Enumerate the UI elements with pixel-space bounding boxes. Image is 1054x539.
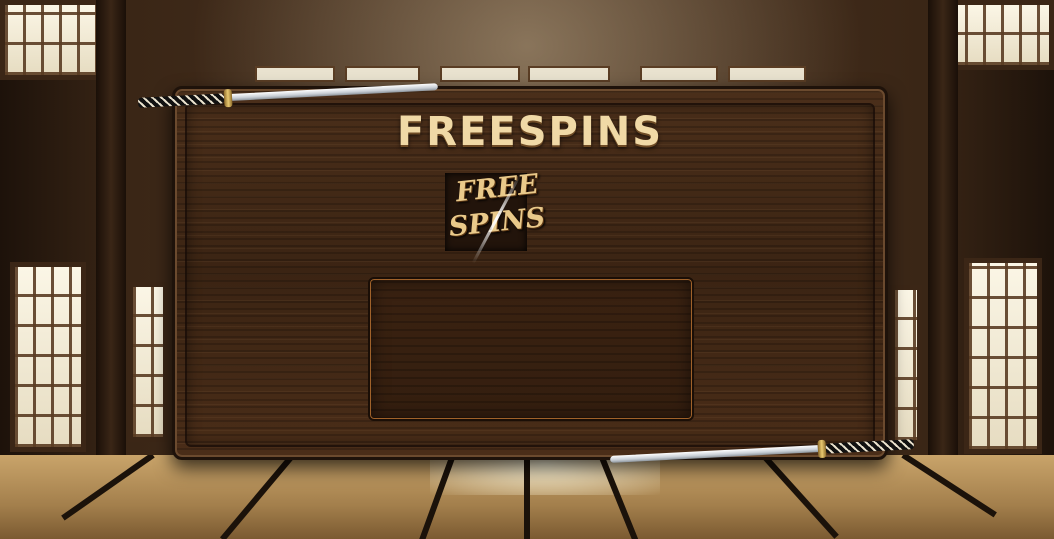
ceiling-window xyxy=(728,66,806,82)
shoji-window xyxy=(128,282,168,442)
shoji-window xyxy=(890,285,922,445)
ceiling-window xyxy=(640,66,718,82)
ceiling-window xyxy=(440,66,520,82)
panel-title: FREESPINS xyxy=(396,109,664,155)
pillar xyxy=(96,0,126,460)
freespins-panel: FREESPINS FREE SPINS xyxy=(172,86,888,460)
ceiling-window xyxy=(528,66,610,82)
free-spins-symbol-icon: FREE SPINS xyxy=(437,169,557,264)
floor-seam xyxy=(901,455,997,518)
shoji-window xyxy=(10,262,86,452)
floor-seam xyxy=(61,455,155,521)
shoji-window xyxy=(942,0,1054,70)
floor-seam xyxy=(524,455,530,539)
pillar xyxy=(928,0,958,460)
message-box xyxy=(368,277,694,421)
tatami-floor xyxy=(0,455,1054,539)
ceiling-window xyxy=(345,66,420,82)
floor-seam xyxy=(760,455,839,539)
shoji-window xyxy=(964,258,1042,454)
ceiling-window xyxy=(255,66,335,82)
floor-seam xyxy=(219,455,296,539)
